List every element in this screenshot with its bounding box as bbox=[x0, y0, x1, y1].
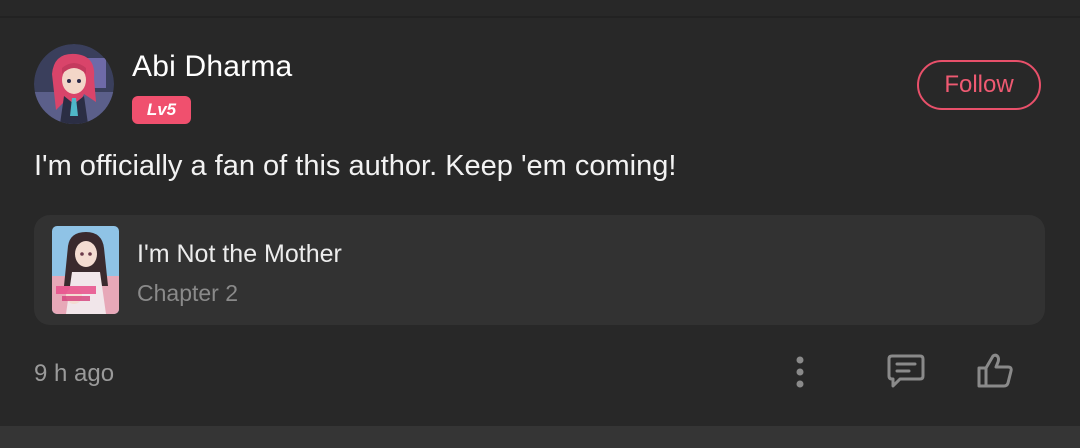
comment-icon bbox=[887, 354, 925, 388]
book-cover-image bbox=[52, 226, 119, 314]
comment-text: I'm officially a fan of this author. Kee… bbox=[34, 150, 677, 182]
book-title: I'm Not the Mother bbox=[137, 240, 342, 268]
reply-button[interactable] bbox=[886, 352, 926, 390]
top-divider bbox=[0, 16, 1080, 18]
user-avatar[interactable] bbox=[34, 44, 114, 124]
book-card[interactable]: I'm Not the Mother Chapter 2 bbox=[34, 215, 1045, 325]
thumbs-up-icon bbox=[977, 353, 1013, 388]
comment-page: Abi Dharma Lv5 Follow I'm officially a f… bbox=[0, 0, 1080, 448]
book-cover-icon bbox=[52, 226, 119, 314]
username[interactable]: Abi Dharma bbox=[132, 50, 292, 84]
more-options-button[interactable] bbox=[788, 354, 812, 390]
like-button[interactable] bbox=[975, 351, 1015, 391]
comment-timestamp: 9 h ago bbox=[34, 360, 115, 387]
level-badge: Lv5 bbox=[132, 96, 191, 124]
bottom-divider bbox=[0, 426, 1080, 448]
follow-button[interactable]: Follow bbox=[917, 60, 1041, 110]
more-vertical-icon bbox=[796, 356, 804, 388]
book-chapter: Chapter 2 bbox=[137, 280, 239, 306]
anime-avatar-icon bbox=[34, 44, 114, 124]
